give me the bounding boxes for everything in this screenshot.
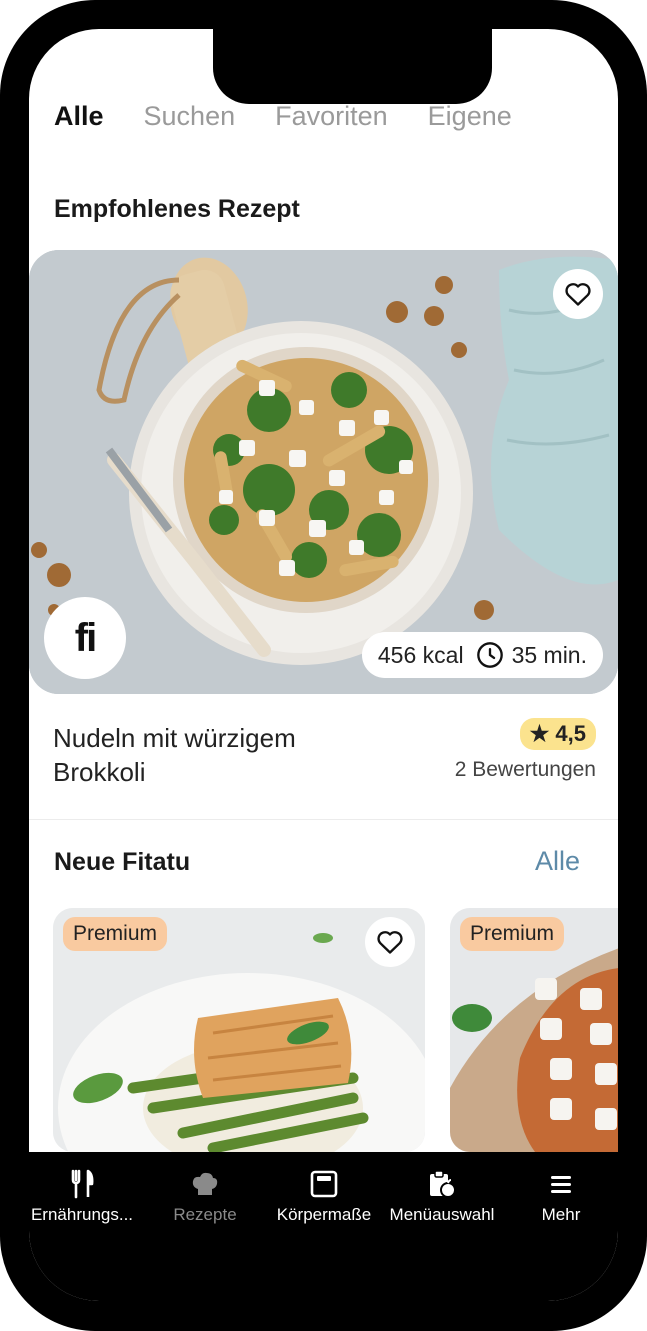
heart-icon xyxy=(565,283,591,306)
brand-logo-badge: fi xyxy=(44,597,126,679)
card-favorite-button[interactable] xyxy=(365,917,415,967)
device-notch xyxy=(213,29,492,104)
nutrition-time-pill: 456 kcal 35 min. xyxy=(361,632,603,678)
app-screen: Alle Suchen Favoriten Eigene Empfohlenes… xyxy=(29,29,618,1301)
scale-icon xyxy=(310,1170,338,1198)
recipe-title-line1: Nudeln mit würzigem xyxy=(53,723,296,753)
nav-item-body-measurements[interactable]: Körpermaße xyxy=(271,1169,377,1225)
recipe-title-line2: Brokkoli xyxy=(53,757,146,787)
phone-frame: Alle Suchen Favoriten Eigene Empfohlenes… xyxy=(0,0,647,1331)
tab-eigene[interactable]: Eigene xyxy=(428,101,512,132)
new-recipe-card[interactable]: Premium xyxy=(53,908,425,1152)
tab-suchen[interactable]: Suchen xyxy=(144,101,236,132)
nav-item-more[interactable]: Mehr xyxy=(519,1169,603,1225)
new-recipe-card[interactable]: Premium xyxy=(450,908,618,1152)
nav-label: Körpermaße xyxy=(276,1205,372,1224)
nav-label: Rezepte xyxy=(173,1205,237,1224)
premium-badge: Premium xyxy=(63,917,168,951)
heart-icon xyxy=(377,931,403,954)
tab-alle[interactable]: Alle xyxy=(54,101,104,132)
bottom-navigation: Ernährungs... Rezepte Körpermaße Menüaus… xyxy=(29,1152,618,1301)
kcal-value: 456 kcal xyxy=(377,641,464,668)
time-value: 35 min. xyxy=(511,641,587,668)
nav-item-recipes[interactable]: Rezepte xyxy=(155,1169,255,1225)
recipe-tabs: Alle Suchen Favoriten Eigene xyxy=(54,101,512,132)
nav-label: Ernährungs... xyxy=(30,1205,134,1224)
star-icon: ★ xyxy=(529,721,550,746)
nav-label: Menüauswahl xyxy=(389,1205,495,1224)
premium-badge: Premium xyxy=(460,917,565,951)
featured-recipe-title[interactable]: Nudeln mit würzigem Brokkoli xyxy=(53,721,373,789)
see-all-link[interactable]: Alle xyxy=(535,846,580,877)
ratings-count: 2 Bewertungen xyxy=(454,758,596,781)
clock-icon xyxy=(476,642,503,668)
new-recipes-section-title: Neue Fitatu xyxy=(54,848,191,876)
nav-label: Mehr xyxy=(541,1205,581,1224)
brand-logo-text: fi xyxy=(74,615,97,660)
tab-favoriten[interactable]: Favoriten xyxy=(275,101,388,132)
favorite-heart-button[interactable] xyxy=(553,269,603,319)
rating-badge: ★ 4,5 xyxy=(519,718,596,750)
featured-recipe-card[interactable]: fi 456 kcal 35 min. xyxy=(29,250,618,694)
section-divider xyxy=(29,819,618,820)
cutlery-icon xyxy=(71,1169,94,1199)
nav-item-nutrition[interactable]: Ernährungs... xyxy=(29,1169,135,1225)
rating-value: 4,5 xyxy=(555,721,586,746)
chef-hat-icon xyxy=(192,1172,218,1195)
menu-icon xyxy=(551,1176,571,1193)
nav-item-menu-selection[interactable]: Menüauswahl xyxy=(387,1169,497,1225)
featured-section-title: Empfohlenes Rezept xyxy=(54,195,300,223)
clipboard-apple-icon xyxy=(430,1170,456,1198)
